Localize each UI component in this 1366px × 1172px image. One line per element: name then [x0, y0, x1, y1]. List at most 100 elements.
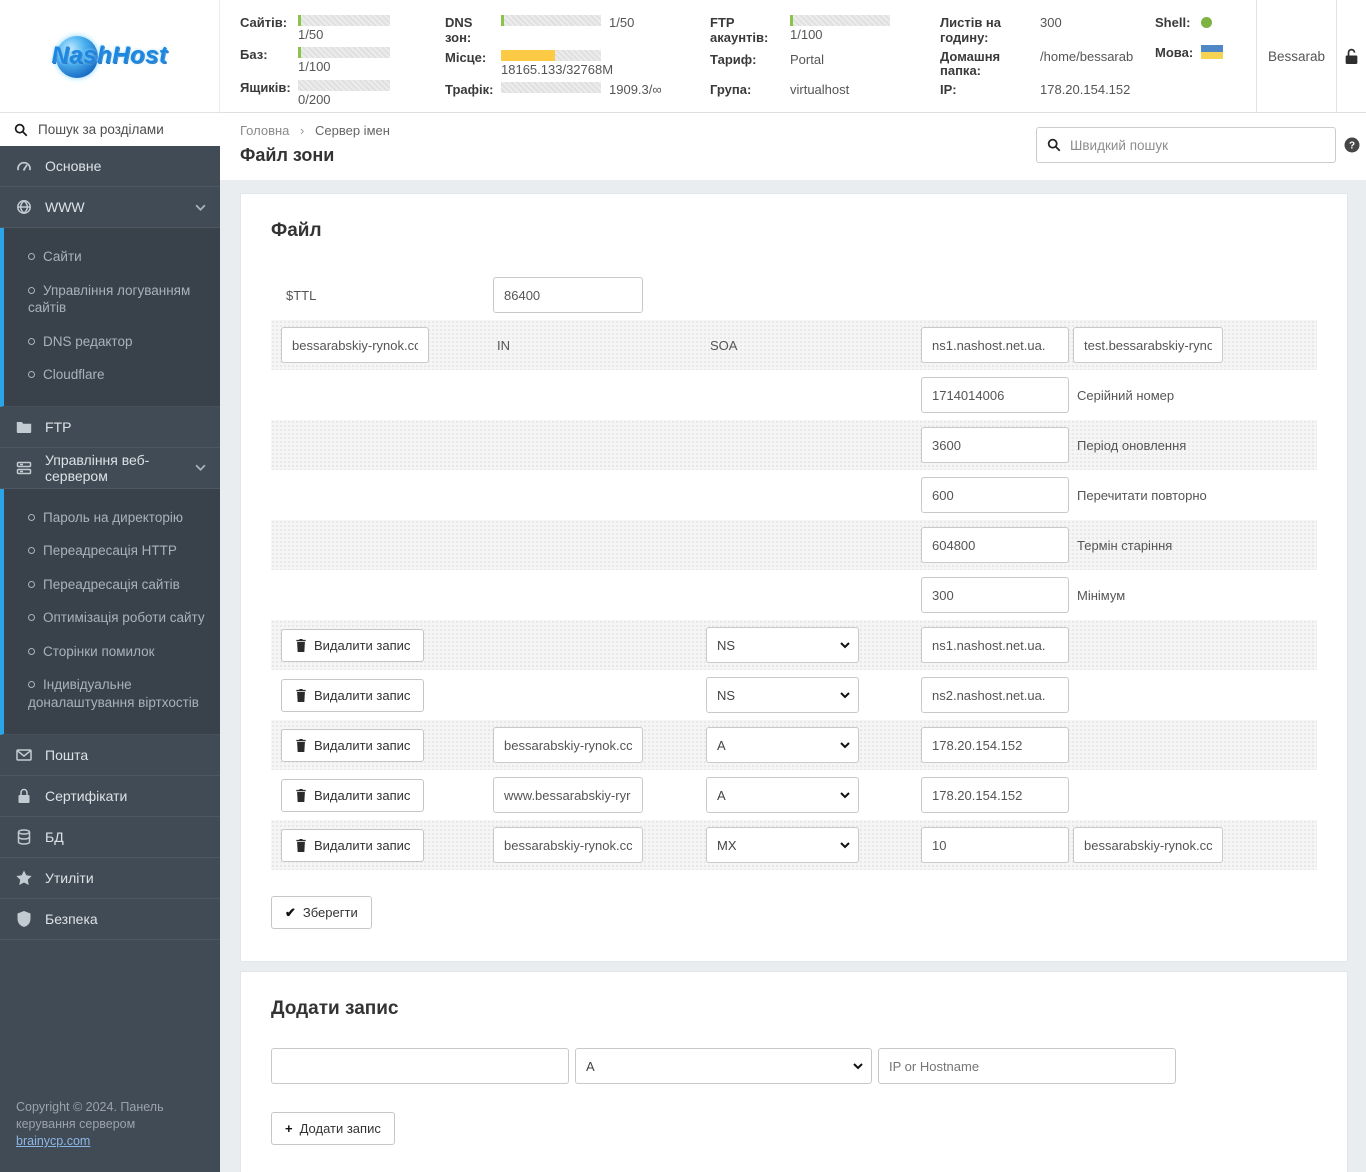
- record-name-input[interactable]: [493, 727, 643, 763]
- ttl-label: $TTL: [286, 287, 317, 303]
- soa-serial-input[interactable]: [921, 377, 1069, 413]
- record-type-select[interactable]: A: [706, 727, 859, 763]
- record-value-input[interactable]: [921, 777, 1069, 813]
- progress-bar: [501, 82, 601, 93]
- sidebar-item-sertyfikaty[interactable]: Сертифікати: [0, 776, 220, 817]
- progress-bar: [298, 79, 390, 91]
- sidebar-item-osnovne[interactable]: Основне: [0, 146, 220, 187]
- logout-button[interactable]: [1337, 0, 1366, 112]
- sidebar-item-www[interactable]: WWW: [0, 187, 220, 228]
- bullet-icon: [28, 513, 35, 521]
- stat-tariff: Тариф: Portal: [710, 52, 824, 67]
- quick-search-input[interactable]: [1070, 137, 1325, 153]
- progress-bar: [790, 15, 890, 26]
- record-priority-input[interactable]: [921, 827, 1069, 863]
- record-type-select-wrap: A: [706, 727, 859, 763]
- content-area: Файл $TTL IN SOA Серійний номер: [220, 180, 1366, 1172]
- delete-record-button[interactable]: Видалити запис: [281, 778, 425, 812]
- sidebar-item-cloudflare[interactable]: Cloudflare: [28, 358, 210, 392]
- sidebar-item-label: БД: [45, 828, 64, 845]
- stat-databases: Баз: 1/100: [240, 47, 445, 74]
- sidebar-search[interactable]: [0, 113, 220, 146]
- sidebar-item-error-pages[interactable]: Сторінки помилок: [28, 635, 210, 669]
- record-name-input[interactable]: [493, 777, 643, 813]
- soa-retry-row: Перечитати повторно: [271, 470, 1317, 520]
- sidebar-item-bd[interactable]: БД: [0, 817, 220, 858]
- zone-file-card: Файл $TTL IN SOA Серійний номер: [240, 193, 1348, 962]
- breadcrumb-home[interactable]: Головна: [240, 123, 289, 138]
- soa-serial-row: Серійний номер: [271, 370, 1317, 420]
- sidebar-item-webserver[interactable]: Управління веб-сервером: [0, 448, 220, 489]
- soa-refresh-input[interactable]: [921, 427, 1069, 463]
- bullet-icon: [28, 580, 35, 588]
- record-value-input[interactable]: [921, 727, 1069, 763]
- stat-shell: Shell:: [1155, 15, 1255, 37]
- trash-icon: [296, 638, 306, 652]
- sidebar-item-dns-redaktor[interactable]: DNS редактор: [28, 325, 210, 359]
- new-record-name-input[interactable]: [271, 1048, 569, 1084]
- soa-minimum-input[interactable]: [921, 577, 1069, 613]
- sidebar-item-ftp[interactable]: FTP: [0, 407, 220, 448]
- quick-search[interactable]: [1036, 127, 1336, 163]
- ukraine-flag-icon[interactable]: [1201, 45, 1223, 59]
- sidebar-item-poshta[interactable]: Пошта: [0, 735, 220, 776]
- delete-record-button[interactable]: Видалити запис: [281, 678, 425, 712]
- record-extra-input[interactable]: [1073, 827, 1223, 863]
- soa-name-input[interactable]: [281, 327, 429, 363]
- record-value-input[interactable]: [921, 677, 1069, 713]
- new-record-value-input[interactable]: [878, 1048, 1176, 1084]
- soa-expire-label: Термін старіння: [1077, 537, 1173, 553]
- record-row-ns2: Видалити запис NS: [271, 670, 1317, 720]
- bullet-icon: [28, 647, 35, 655]
- app-window: NashHost Основне WWW Сайти Управління ло…: [0, 0, 1366, 1172]
- folder-icon: [16, 421, 32, 433]
- bullet-icon: [28, 614, 35, 622]
- stat-traffic: Трафік: 1909.3/∞: [445, 82, 662, 97]
- soa-serial-label: Серійний номер: [1077, 387, 1175, 403]
- sidebar-item-utility[interactable]: Утиліти: [0, 858, 220, 899]
- sidebar-item-log-upravlinnya[interactable]: Управління логуванням сайтів: [28, 274, 210, 325]
- trash-icon: [296, 788, 306, 802]
- star-icon: [16, 870, 32, 885]
- trash-icon: [296, 688, 306, 702]
- stat-sites: Сайтів: 1/50: [240, 15, 445, 42]
- record-name-input[interactable]: [493, 827, 643, 863]
- sidebar-item-bezpeka[interactable]: Безпека: [0, 899, 220, 940]
- brainycp-link[interactable]: brainycp.com: [16, 1134, 90, 1148]
- sidebar-item-label: Безпека: [45, 910, 98, 927]
- new-record-type-select[interactable]: A: [575, 1048, 872, 1084]
- ttl-input[interactable]: [493, 277, 643, 313]
- add-record-card: Додати запис A +Додати запис: [240, 971, 1348, 1172]
- soa-expire-input[interactable]: [921, 527, 1069, 563]
- shield-icon: [17, 910, 31, 927]
- record-type-select[interactable]: MX: [706, 827, 859, 863]
- record-type-select[interactable]: NS: [706, 627, 859, 663]
- add-record-button[interactable]: + Додати запис: [271, 1112, 395, 1145]
- delete-record-button[interactable]: Видалити запис: [281, 728, 425, 762]
- help-icon[interactable]: ?: [1344, 137, 1360, 153]
- sidebar-item-vhost-custom[interactable]: Індивідуальне доналаштування віртхостів: [28, 668, 210, 719]
- sidebar-item-redirect-sites[interactable]: Переадресація сайтів: [28, 568, 210, 602]
- delete-record-button[interactable]: Видалити запис: [281, 828, 425, 862]
- soa-email-input[interactable]: [1073, 327, 1223, 363]
- sidebar-item-sajty[interactable]: Сайти: [28, 240, 210, 274]
- record-type-select[interactable]: A: [706, 777, 859, 813]
- database-icon: [17, 828, 31, 845]
- soa-primary-ns-input[interactable]: [921, 327, 1069, 363]
- logo[interactable]: NashHost: [0, 0, 220, 113]
- sidebar-item-parol-dir[interactable]: Пароль на директорію: [28, 501, 210, 535]
- sidebar-nav: Основне WWW Сайти Управління логуванням …: [0, 146, 220, 1172]
- user-menu[interactable]: Bessarab: [1257, 0, 1336, 112]
- sidebar-search-input[interactable]: [38, 122, 206, 137]
- sidebar-item-optimization[interactable]: Оптимізація роботи сайту: [28, 601, 210, 635]
- delete-record-button[interactable]: Видалити запис: [281, 628, 425, 662]
- gauge-icon: [17, 161, 31, 171]
- soa-refresh-label: Період оновлення: [1077, 437, 1187, 453]
- record-value-input[interactable]: [921, 627, 1069, 663]
- record-type-select[interactable]: NS: [706, 677, 859, 713]
- soa-retry-input[interactable]: [921, 477, 1069, 513]
- save-button[interactable]: ✔ Зберегти: [271, 896, 372, 929]
- soa-minimum-row: Мінімум: [271, 570, 1317, 620]
- stat-language: Мова:: [1155, 45, 1255, 67]
- sidebar-item-redirect-http[interactable]: Переадресація HTTP: [28, 534, 210, 568]
